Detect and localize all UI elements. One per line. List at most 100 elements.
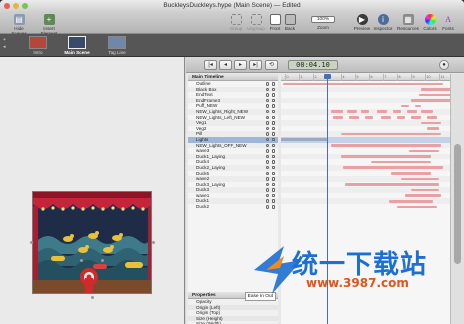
lock-icon[interactable] — [271, 199, 275, 203]
timecode-display[interactable]: 00:04.10 — [288, 60, 338, 70]
lock-icon[interactable] — [271, 109, 275, 114]
scene-thumb-intro[interactable]: Intro — [26, 36, 50, 55]
lock-icon[interactable] — [271, 104, 275, 108]
lock-icon[interactable] — [271, 160, 275, 164]
visibility-eye-icon[interactable] — [265, 82, 269, 86]
visibility-eye-icon[interactable] — [265, 126, 269, 131]
inspector-button[interactable]: i Inspector — [372, 14, 394, 31]
visibility-eye-icon[interactable] — [265, 193, 269, 198]
timeline-selector[interactable]: Main Timeline — [188, 74, 278, 81]
visibility-eye-icon[interactable] — [265, 205, 269, 209]
lock-icon[interactable] — [271, 143, 275, 148]
keyframe-bar[interactable] — [421, 110, 433, 114]
lock-icon[interactable] — [271, 188, 275, 192]
visibility-eye-icon[interactable] — [265, 199, 269, 203]
scrollbar-thumb[interactable] — [454, 144, 461, 264]
keyframe-bar[interactable] — [421, 121, 441, 125]
layer-row[interactable]: Duck2 — [188, 204, 278, 210]
scene-thumb-tagline[interactable]: Tag Line — [104, 36, 130, 55]
lock-icon[interactable] — [271, 93, 275, 97]
keyframe-bar[interactable] — [415, 104, 421, 108]
keyframe-bar[interactable] — [411, 99, 450, 102]
time-ruler[interactable]: 01234567891011 — [281, 74, 450, 81]
keyframe-bar[interactable] — [361, 110, 369, 114]
visibility-eye-icon[interactable] — [265, 149, 269, 153]
keyframe-bar[interactable] — [341, 132, 441, 136]
colors-button[interactable]: Colors — [422, 14, 438, 31]
visibility-eye-icon[interactable] — [265, 177, 269, 181]
visibility-eye-icon[interactable] — [265, 182, 269, 187]
keyframe-bar[interactable] — [397, 205, 437, 209]
step-forward-button[interactable]: ▸| — [249, 60, 262, 70]
scene-canvas[interactable] — [32, 191, 152, 294]
keyframe-bar[interactable] — [371, 160, 431, 164]
lock-icon[interactable] — [271, 121, 275, 125]
keyframe-bar[interactable] — [411, 188, 439, 192]
visibility-eye-icon[interactable] — [265, 132, 269, 136]
scene-editor[interactable] — [0, 57, 185, 324]
lock-icon[interactable] — [271, 149, 275, 153]
visibility-eye-icon[interactable] — [265, 109, 269, 114]
keyframe-bar[interactable] — [333, 116, 343, 119]
lock-icon[interactable] — [271, 87, 275, 92]
record-button[interactable]: ● — [439, 60, 449, 70]
visibility-eye-icon[interactable] — [265, 87, 269, 92]
resize-handle[interactable] — [30, 241, 33, 244]
keyframe-bar[interactable] — [381, 116, 391, 119]
lock-icon[interactable] — [271, 82, 275, 86]
visibility-eye-icon[interactable] — [265, 93, 269, 97]
lock-icon[interactable] — [271, 205, 275, 209]
keyframe-bar[interactable] — [331, 110, 343, 114]
ungroup-button[interactable]: Ungroup — [246, 14, 266, 31]
lock-icon[interactable] — [271, 98, 275, 103]
lock-icon[interactable] — [271, 165, 275, 170]
zoom-window-button[interactable] — [22, 3, 28, 9]
keyframe-bar[interactable] — [365, 116, 373, 119]
keyframe-bar[interactable] — [401, 104, 409, 108]
send-back-button[interactable]: Back — [283, 14, 297, 31]
visibility-eye-icon[interactable] — [265, 165, 269, 170]
visibility-eye-icon[interactable] — [265, 115, 269, 120]
lock-icon[interactable] — [271, 177, 275, 181]
keyframe-bar[interactable] — [401, 177, 439, 181]
visibility-eye-icon[interactable] — [265, 137, 269, 142]
play-button[interactable]: ▸ — [234, 60, 247, 70]
zoom-control[interactable]: 100% Zoom — [310, 14, 336, 30]
lock-icon[interactable] — [271, 171, 275, 175]
visibility-eye-icon[interactable] — [265, 154, 269, 159]
keyframe-bar[interactable] — [331, 144, 441, 147]
lock-icon[interactable] — [271, 154, 275, 159]
scene-thumb-main[interactable]: Main Scene — [62, 36, 92, 55]
remove-scene-icon[interactable]: ◂ — [3, 44, 6, 50]
go-to-start-button[interactable]: |◂ — [204, 60, 217, 70]
resize-handle[interactable] — [80, 259, 83, 262]
playhead-knob[interactable] — [324, 74, 331, 79]
visibility-eye-icon[interactable] — [265, 160, 269, 164]
keyframe-bar[interactable] — [349, 116, 359, 119]
visibility-eye-icon[interactable] — [265, 188, 269, 192]
lock-icon[interactable] — [271, 115, 275, 120]
keyframe-bar[interactable] — [397, 116, 405, 119]
track-row[interactable] — [281, 204, 450, 210]
lock-icon[interactable] — [271, 182, 275, 187]
keyframe-bar[interactable] — [409, 149, 439, 153]
fonts-button[interactable]: A Fonts — [440, 14, 456, 31]
loop-button[interactable]: ⟲ — [265, 60, 278, 70]
close-window-button[interactable] — [4, 3, 10, 9]
keyframe-bar[interactable] — [427, 116, 437, 119]
keyframe-bar[interactable] — [343, 166, 443, 169]
add-scene-icon[interactable]: + — [3, 37, 6, 43]
lock-icon[interactable] — [271, 126, 275, 131]
insert-element-button[interactable]: + Insert Element — [35, 14, 63, 36]
group-button[interactable]: Group — [228, 14, 244, 31]
visibility-eye-icon[interactable] — [265, 98, 269, 103]
lock-icon[interactable] — [271, 132, 275, 136]
visibility-eye-icon[interactable] — [265, 121, 269, 125]
hide-scenes-button[interactable]: ▤ Hide Scenes — [6, 14, 32, 36]
keyframe-bar[interactable] — [391, 172, 431, 175]
resources-button[interactable]: ▦ Resources — [396, 14, 420, 31]
keyframe-bar[interactable] — [389, 199, 433, 203]
visibility-eye-icon[interactable] — [265, 104, 269, 108]
minimize-window-button[interactable] — [13, 3, 19, 9]
keyframe-bar[interactable] — [419, 93, 450, 97]
